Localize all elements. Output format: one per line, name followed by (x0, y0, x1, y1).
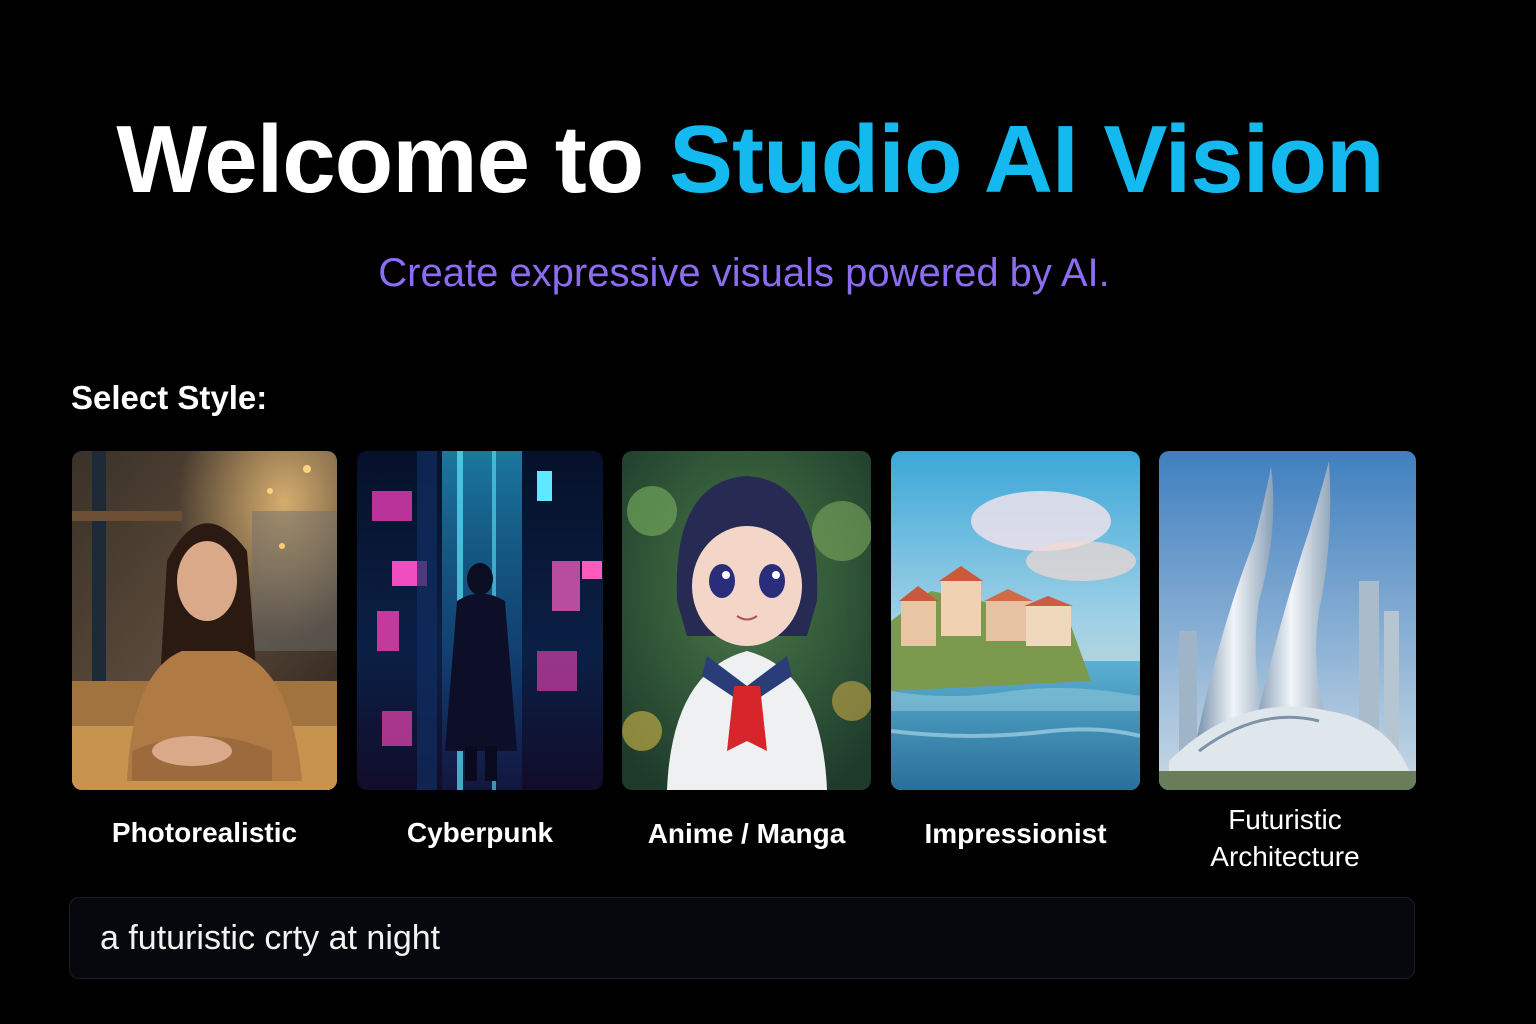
style-card-impressionist[interactable] (891, 451, 1140, 790)
style-card-photorealistic[interactable] (72, 451, 337, 790)
style-card-anime-manga[interactable] (622, 451, 871, 790)
style-label-futuristic-architecture: Futuristic Architecture (1159, 801, 1411, 875)
anime-character-icon (622, 451, 871, 790)
style-card-cyberpunk[interactable] (357, 451, 603, 790)
page-subtitle: Create expressive visuals powered by AI. (378, 251, 1110, 295)
photo-portrait-icon (72, 451, 337, 790)
neon-city-icon (357, 451, 603, 790)
prompt-input-container[interactable] (69, 897, 1415, 979)
style-label-line2: Architecture (1210, 841, 1360, 872)
title-brand: Studio AI Vision (668, 106, 1385, 213)
painted-landscape-icon (891, 451, 1140, 790)
select-style-label: Select Style: (71, 379, 268, 416)
prompt-input[interactable] (100, 898, 1380, 978)
title-prefix: Welcome to (116, 106, 669, 213)
style-label-impressionist: Impressionist (924, 818, 1107, 849)
style-card-futuristic-architecture[interactable] (1159, 451, 1416, 790)
style-label-photorealistic: Photorealistic (111, 817, 298, 848)
futuristic-building-icon (1159, 451, 1416, 790)
page-title: Welcome to Studio AI Vision (0, 100, 1500, 220)
style-label-anime-manga: Anime / Manga (647, 818, 846, 849)
style-label-line1: Futuristic (1228, 804, 1342, 835)
style-label-cyberpunk: Cyberpunk (406, 817, 554, 848)
studio-welcome-page: Welcome to Studio AI Vision Create expre… (0, 0, 1536, 1024)
